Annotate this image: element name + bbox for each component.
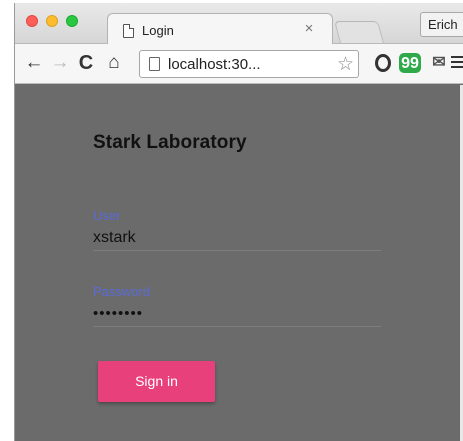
close-window-button[interactable] [26, 15, 38, 27]
minimize-window-button[interactable] [46, 15, 58, 27]
browser-toolbar: ← → C ⌂ localhost:30... ☆ 99 ✉ [15, 44, 463, 84]
page-title: Stark Laboratory [93, 132, 247, 153]
quote-extension-icon[interactable]: 99 [399, 53, 421, 73]
tab-strip: Login × Erich [15, 3, 463, 45]
profile-button[interactable]: Erich [420, 12, 463, 37]
close-icon[interactable]: × [300, 20, 318, 38]
address-text: localhost:30... [168, 56, 261, 73]
zoom-window-button[interactable] [66, 15, 78, 27]
new-tab-button[interactable] [334, 21, 384, 43]
page-icon [123, 24, 134, 38]
home-icon[interactable]: ⌂ [103, 52, 125, 74]
login-page: Stark Laboratory User Password Sign in [15, 85, 463, 441]
browser-window: Login × Erich ← → C ⌂ localhost:30... ☆ … [14, 3, 463, 441]
tab-login[interactable]: Login × [107, 13, 333, 45]
sign-in-button[interactable]: Sign in [98, 361, 215, 402]
bookmark-star-icon[interactable]: ☆ [337, 53, 354, 76]
back-arrow-icon[interactable]: ← [24, 52, 44, 74]
user-label: User [93, 208, 121, 223]
password-label: Password [93, 284, 151, 299]
reload-icon[interactable]: C [75, 52, 97, 74]
password-input[interactable] [93, 301, 381, 327]
menu-icon[interactable] [451, 53, 463, 73]
forward-arrow-icon[interactable]: → [50, 52, 70, 74]
user-input[interactable] [93, 225, 381, 251]
address-bar[interactable]: localhost:30... ☆ [139, 50, 359, 78]
page-icon [149, 57, 160, 71]
tab-title: Login [142, 23, 174, 38]
mail-extension-icon[interactable]: ✉ [429, 53, 449, 73]
opera-extension-icon[interactable] [375, 54, 391, 72]
